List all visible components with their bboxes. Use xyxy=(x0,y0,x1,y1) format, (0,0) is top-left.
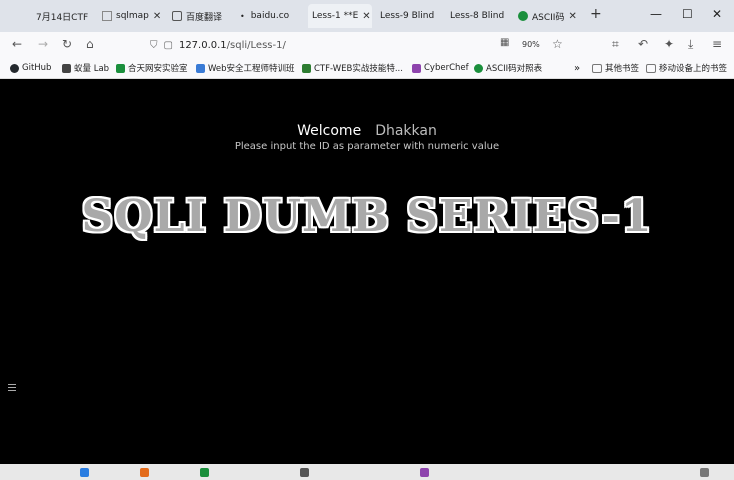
qr-code-icon[interactable]: ▦ xyxy=(500,37,509,48)
tab-label: Less-8 Blind xyxy=(450,11,505,21)
shield-icon xyxy=(116,63,125,73)
sidebar-handle-icon[interactable] xyxy=(8,384,16,394)
star-icon[interactable]: ☆ xyxy=(552,37,563,51)
tab-label: sqlmap xyxy=(116,11,149,21)
menu-icon[interactable]: ≡ xyxy=(712,37,722,51)
reload-icon[interactable]: ↻ xyxy=(62,37,72,51)
close-icon[interactable]: ✕ xyxy=(153,11,161,22)
folder-icon xyxy=(592,63,602,73)
bookmark-label: Web安全工程师特训班 xyxy=(208,64,295,74)
bookmark-icon xyxy=(196,63,205,73)
tab-label: Less-9 Blind xyxy=(380,11,435,21)
bookmark-ctf-web[interactable]: CTF-WEB实战技能特... xyxy=(302,61,403,75)
tab-label: ASCII码 xyxy=(532,12,565,23)
taskbar-tray-icon[interactable] xyxy=(700,468,709,477)
page-icon xyxy=(22,11,32,21)
url-host: 127.0.0.1 xyxy=(178,39,227,51)
forward-icon[interactable]: → xyxy=(38,37,48,51)
ascii-icon xyxy=(518,11,528,21)
tab-strip: 7月14日CTF sqlmap ✕ 百度翻译 • baidu.co Less-1… xyxy=(0,0,734,32)
bookmark-lab[interactable]: 蚁量 Lab xyxy=(62,61,109,75)
extension-icon[interactable]: ✦ xyxy=(664,37,674,51)
bookmark-label: 合天网安实验室 xyxy=(128,64,188,74)
bookmark-ascii[interactable]: ASCII码对照表 xyxy=(474,61,542,75)
translate-icon xyxy=(172,11,182,21)
page-title: SQLI DUMB SERIES-1 xyxy=(81,191,653,242)
bookmark-icon xyxy=(302,63,311,73)
minimize-button[interactable]: — xyxy=(650,7,662,21)
bookmark-web-training[interactable]: Web安全工程师特训班 xyxy=(196,61,295,75)
download-icon[interactable]: ⤓ xyxy=(688,37,693,52)
bookmark-label: CyberChef xyxy=(424,63,469,73)
home-icon[interactable]: ⌂ xyxy=(86,37,94,51)
bookmark-folder-other[interactable]: 其他书签 xyxy=(592,61,639,75)
new-tab-button[interactable]: + xyxy=(590,6,602,22)
taskbar-app-icon[interactable] xyxy=(300,468,309,477)
welcome-text: Welcome xyxy=(297,123,362,139)
tab-label: Less-1 **E xyxy=(312,11,359,21)
user-name: Dhakkan xyxy=(375,123,437,139)
cyberchef-icon xyxy=(412,63,421,73)
bookmarks-bar: GitHub 蚁量 Lab 合天网安实验室 Web安全工程师特训班 CTF-WE… xyxy=(0,58,734,79)
bookmark-github[interactable]: GitHub xyxy=(10,61,51,75)
back-icon[interactable]: ← xyxy=(12,37,22,51)
shield-icon: ⛉ xyxy=(150,39,158,51)
tab-label: 百度翻译 xyxy=(186,12,223,23)
bookmark-label: 其他书签 xyxy=(605,64,640,74)
instruction-text: Please input the ID as parameter with nu… xyxy=(234,141,500,152)
undo-icon[interactable]: ↶ xyxy=(638,37,648,51)
tab-sqlmap[interactable]: sqlmap ✕ xyxy=(102,4,164,28)
welcome-line: Welcome Dhakkan xyxy=(0,123,734,139)
lab-icon xyxy=(62,63,71,73)
navigation-bar: ← → ↻ ⌂ ⛉ ▢ 127.0.0.1 /sqli/Less-1/ ▦ 90… xyxy=(0,32,734,59)
page-info-icon: ▢ xyxy=(163,39,173,51)
close-icon[interactable]: ✕ xyxy=(362,11,370,22)
folder-icon xyxy=(646,63,656,73)
github-icon xyxy=(10,63,19,73)
page-content: Welcome Dhakkan Please input the ID as pa… xyxy=(0,79,734,464)
tab-less1[interactable]: Less-1 **E ✕ xyxy=(308,4,372,28)
tab-label: baidu.co xyxy=(250,11,290,21)
bookmarks-overflow-icon[interactable]: » xyxy=(574,61,580,75)
tab-baidu[interactable]: • baidu.co xyxy=(240,4,302,28)
bookmark-folder-mobile[interactable]: 移动设备上的书签 xyxy=(646,61,727,75)
tab-less8[interactable]: Less-8 Blind xyxy=(450,4,506,28)
bookmark-cyberchef[interactable]: CyberChef xyxy=(412,61,469,75)
bookmark-label: CTF-WEB实战技能特... xyxy=(314,64,403,74)
bookmark-hetian[interactable]: 合天网安实验室 xyxy=(116,61,188,75)
close-window-button[interactable]: ✕ xyxy=(712,7,722,21)
ascii-icon xyxy=(474,63,483,73)
tab-translate[interactable]: 百度翻译 xyxy=(172,4,232,28)
sqlmap-icon xyxy=(102,11,112,21)
taskbar xyxy=(0,464,734,480)
taskbar-app-icon[interactable] xyxy=(420,468,429,477)
bookmark-label: 蚁量 Lab xyxy=(74,64,110,74)
url-path: /sqli/Less-1/ xyxy=(226,39,286,51)
close-icon[interactable]: ✕ xyxy=(568,11,576,22)
taskbar-app-icon[interactable] xyxy=(200,468,209,477)
tab-ascii[interactable]: ASCII码 ✕ xyxy=(518,4,580,28)
bookmark-label: ASCII码对照表 xyxy=(486,64,543,74)
maximize-button[interactable]: ☐ xyxy=(682,7,693,21)
bookmark-label: 移动设备上的书签 xyxy=(659,64,728,74)
dot-icon: • xyxy=(240,11,245,21)
taskbar-app-icon[interactable] xyxy=(140,468,149,477)
bookmark-label: GitHub xyxy=(22,63,52,73)
zoom-level[interactable]: 90% xyxy=(522,40,540,49)
crop-icon[interactable]: ⌗ xyxy=(612,37,619,52)
tab-less9[interactable]: Less-9 Blind xyxy=(380,4,436,28)
tab-ctf[interactable]: 7月14日CTF xyxy=(22,4,92,28)
taskbar-app-icon[interactable] xyxy=(80,468,89,477)
tab-label: 7月14日CTF xyxy=(36,12,89,23)
